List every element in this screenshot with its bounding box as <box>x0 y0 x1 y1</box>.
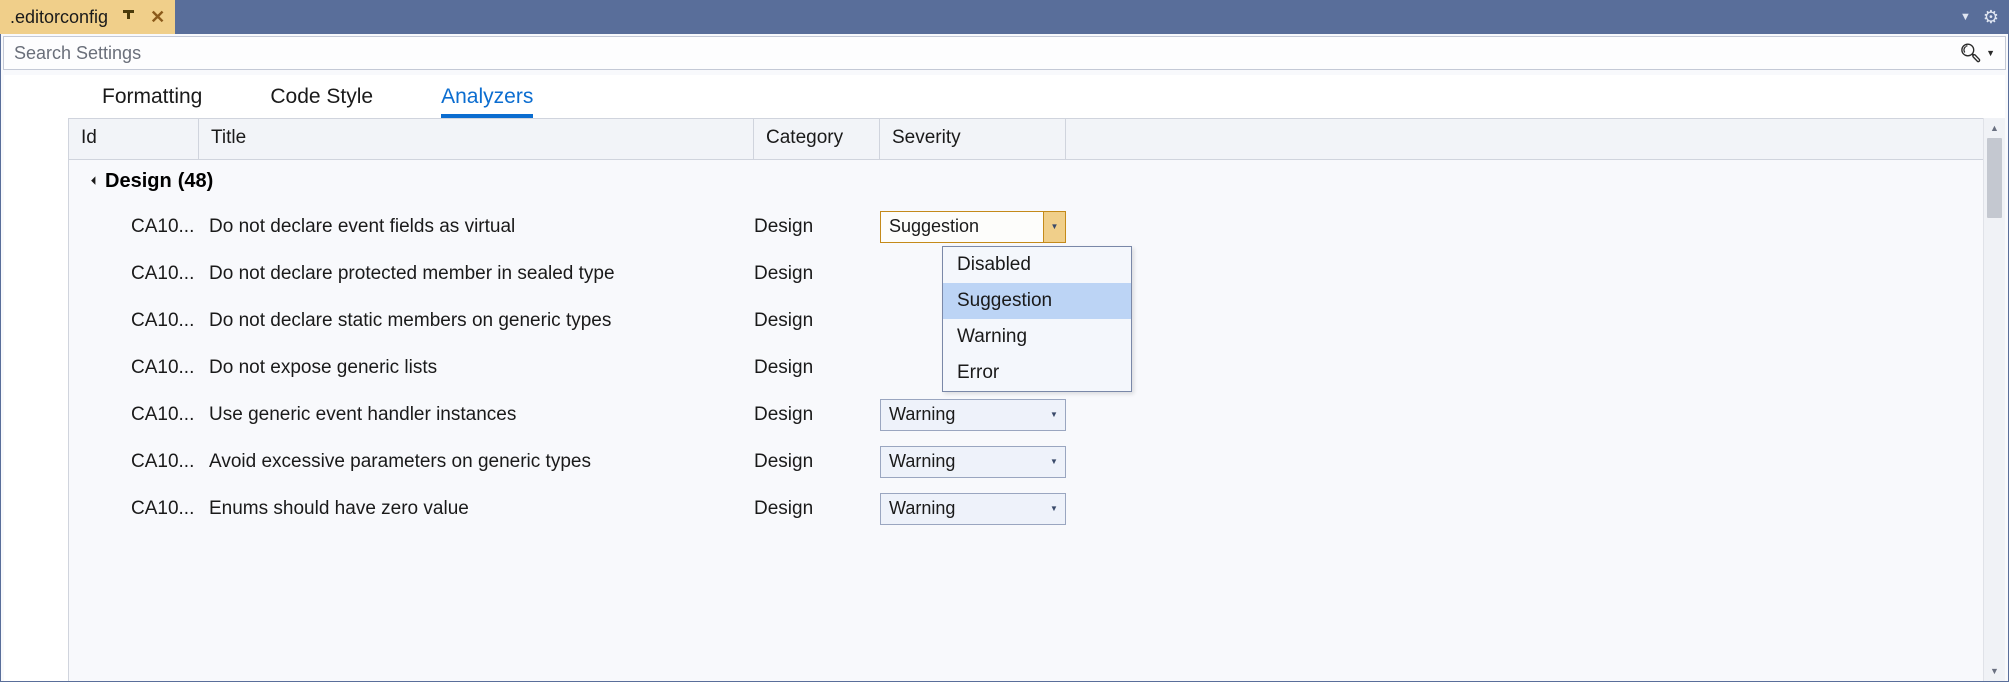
dropdown-option-warning[interactable]: Warning <box>943 319 1131 355</box>
dropdown-option-error[interactable]: Error <box>943 355 1131 391</box>
scroll-up-icon[interactable]: ▲ <box>1984 118 2005 138</box>
severity-dropdown[interactable]: Warning ▼ <box>880 399 1066 431</box>
vertical-scrollbar[interactable]: ▲ ▼ <box>1983 118 2005 681</box>
cell-id: CA10... <box>131 404 209 426</box>
severity-dropdown[interactable]: Warning ▼ <box>880 493 1066 525</box>
col-header-severity[interactable]: Severity <box>880 119 1066 159</box>
cell-title: Do not declare protected member in seale… <box>209 263 754 285</box>
search-button[interactable]: 🔍︎ ▼ <box>1959 43 1995 64</box>
close-icon[interactable]: ✕ <box>150 8 165 26</box>
grid-header: Id Title Category Severity <box>68 118 1983 160</box>
cell-title: Avoid excessive parameters on generic ty… <box>209 451 754 473</box>
cell-category: Design <box>754 310 880 332</box>
cell-category: Design <box>754 263 880 285</box>
tab-analyzers[interactable]: Analyzers <box>407 75 567 117</box>
group-name: Design <box>105 170 172 193</box>
dropdown-option-suggestion[interactable]: Suggestion <box>943 283 1131 319</box>
table-row[interactable]: CA10...Avoid excessive parameters on gen… <box>69 438 1983 485</box>
tab-code-style[interactable]: Code Style <box>236 75 407 117</box>
gear-icon[interactable]: ⚙ <box>1983 7 1999 28</box>
analyzers-grid: Id Title Category Severity Design (48) C… <box>4 118 2005 681</box>
group-header[interactable]: Design (48) <box>69 160 1983 203</box>
editor-window: .editorconfig ✕ ▼ ⚙ 🔍︎ ▼ Formatting Code… <box>0 0 2009 682</box>
cell-id: CA10... <box>131 451 209 473</box>
cell-id: CA10... <box>131 263 209 285</box>
chevron-down-icon: ▼ <box>1043 494 1065 524</box>
scroll-track[interactable] <box>1984 138 2005 661</box>
grid-body: Design (48) CA10...Do not declare event … <box>68 160 1983 681</box>
cell-category: Design <box>754 404 880 426</box>
main-panel: 🔍︎ ▼ Formatting Code Style Analyzers Id … <box>0 34 2009 682</box>
chevron-down-icon: ▼ <box>1986 48 1995 58</box>
dropdown-option-disabled[interactable]: Disabled <box>943 247 1131 283</box>
severity-dropdown[interactable]: Suggestion ▼ <box>880 211 1066 243</box>
chevron-down-icon <box>91 176 99 184</box>
col-header-id[interactable]: Id <box>69 119 199 159</box>
cell-severity: Warning ▼ <box>880 446 1066 478</box>
table-row[interactable]: CA10...Enums should have zero valueDesig… <box>69 485 1983 532</box>
col-header-spacer <box>1066 119 1983 159</box>
content-area: Formatting Code Style Analyzers Id Title… <box>4 75 2005 681</box>
titlebar: .editorconfig ✕ ▼ ⚙ <box>0 0 2009 34</box>
window-menu-dropdown-icon[interactable]: ▼ <box>1960 11 1971 23</box>
group-count: (48) <box>178 170 214 193</box>
document-tab[interactable]: .editorconfig ✕ <box>0 0 176 34</box>
cell-id: CA10... <box>131 216 209 238</box>
table-row[interactable]: CA10...Do not declare event fields as vi… <box>69 203 1983 250</box>
cell-category: Design <box>754 357 880 379</box>
severity-value: Warning <box>889 404 955 425</box>
cell-severity: Suggestion ▼ <box>880 211 1066 243</box>
settings-tabs: Formatting Code Style Analyzers <box>4 75 2005 118</box>
scroll-thumb[interactable] <box>1987 138 2002 218</box>
chevron-down-icon: ▼ <box>1043 400 1065 430</box>
severity-value: Suggestion <box>889 216 979 237</box>
table-row[interactable]: CA10...Use generic event handler instanc… <box>69 391 1983 438</box>
cell-severity: Warning ▼ <box>880 399 1066 431</box>
cell-id: CA10... <box>131 310 209 332</box>
cell-category: Design <box>754 216 880 238</box>
cell-severity: Warning ▼ <box>880 493 1066 525</box>
search-bar: 🔍︎ ▼ <box>3 36 2006 70</box>
chevron-down-icon: ▼ <box>1043 212 1065 242</box>
search-input[interactable] <box>14 43 1959 64</box>
cell-title: Do not declare static members on generic… <box>209 310 754 332</box>
chevron-down-icon: ▼ <box>1043 447 1065 477</box>
cell-title: Enums should have zero value <box>209 498 754 520</box>
titlebar-actions: ▼ ⚙ <box>1960 0 2009 34</box>
tab-formatting[interactable]: Formatting <box>68 75 236 117</box>
cell-id: CA10... <box>131 357 209 379</box>
pin-icon[interactable] <box>122 10 136 24</box>
severity-dropdown[interactable]: Warning ▼ <box>880 446 1066 478</box>
col-header-title[interactable]: Title <box>199 119 754 159</box>
search-icon: 🔍︎ <box>1959 43 1982 64</box>
scroll-down-icon[interactable]: ▼ <box>1984 661 2005 681</box>
document-tab-title: .editorconfig <box>10 7 108 28</box>
cell-title: Use generic event handler instances <box>209 404 754 426</box>
col-header-category[interactable]: Category <box>754 119 880 159</box>
cell-title: Do not declare event fields as virtual <box>209 216 754 238</box>
severity-dropdown-list: Disabled Suggestion Warning Error <box>942 246 1132 392</box>
cell-category: Design <box>754 451 880 473</box>
severity-value: Warning <box>889 451 955 472</box>
cell-id: CA10... <box>131 498 209 520</box>
cell-title: Do not expose generic lists <box>209 357 754 379</box>
severity-value: Warning <box>889 498 955 519</box>
cell-category: Design <box>754 498 880 520</box>
